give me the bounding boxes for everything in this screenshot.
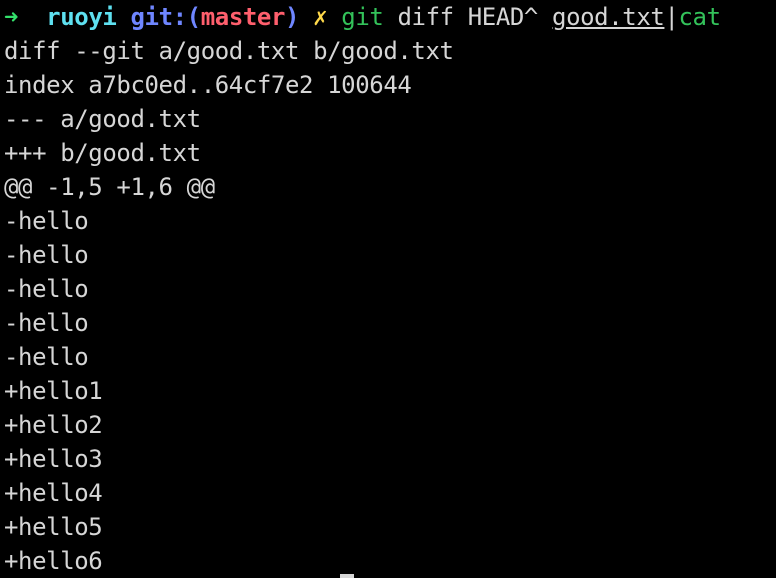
git-branch: master: [200, 3, 286, 31]
git-suffix: ): [285, 3, 300, 31]
command-args: diff HEAD^: [383, 3, 553, 31]
output-line: -hello: [4, 343, 89, 371]
output-line: +hello3: [4, 445, 103, 473]
pipe-command: cat: [678, 3, 722, 31]
output-line: +hello2: [4, 411, 103, 439]
current-directory: ruoyi: [46, 3, 117, 31]
prompt-line: ➜ ruoyi git:(master) ✗ git diff HEAD^ go…: [4, 0, 772, 34]
terminal-cursor: [340, 574, 354, 578]
output-line: +hello6: [4, 547, 103, 575]
output-line: -hello: [4, 207, 89, 235]
git-prefix: git:(: [130, 3, 201, 31]
output-line: -hello: [4, 275, 89, 303]
prompt-arrow-icon: ➜: [4, 3, 19, 31]
output-line: +++ b/good.txt: [4, 139, 201, 167]
output-line: diff --git a/good.txt b/good.txt: [4, 37, 454, 65]
output-line: @@ -1,5 +1,6 @@: [4, 173, 215, 201]
output-line: -hello: [4, 309, 89, 337]
output-line: +hello1: [4, 377, 103, 405]
terminal-window[interactable]: ➜ ruoyi git:(master) ✗ git diff HEAD^ go…: [4, 0, 772, 578]
command-file-arg: good.txt: [552, 3, 665, 31]
command-name: git: [341, 3, 384, 31]
dirty-marker-icon: ✗: [313, 3, 328, 31]
output-line: +hello4: [4, 479, 103, 507]
output-line: +hello5: [4, 513, 103, 541]
output-line: index a7bc0ed..64cf7e2 100644: [4, 71, 412, 99]
pipe-symbol: |: [664, 3, 679, 31]
output-line: --- a/good.txt: [4, 105, 201, 133]
output-line: -hello: [4, 241, 89, 269]
